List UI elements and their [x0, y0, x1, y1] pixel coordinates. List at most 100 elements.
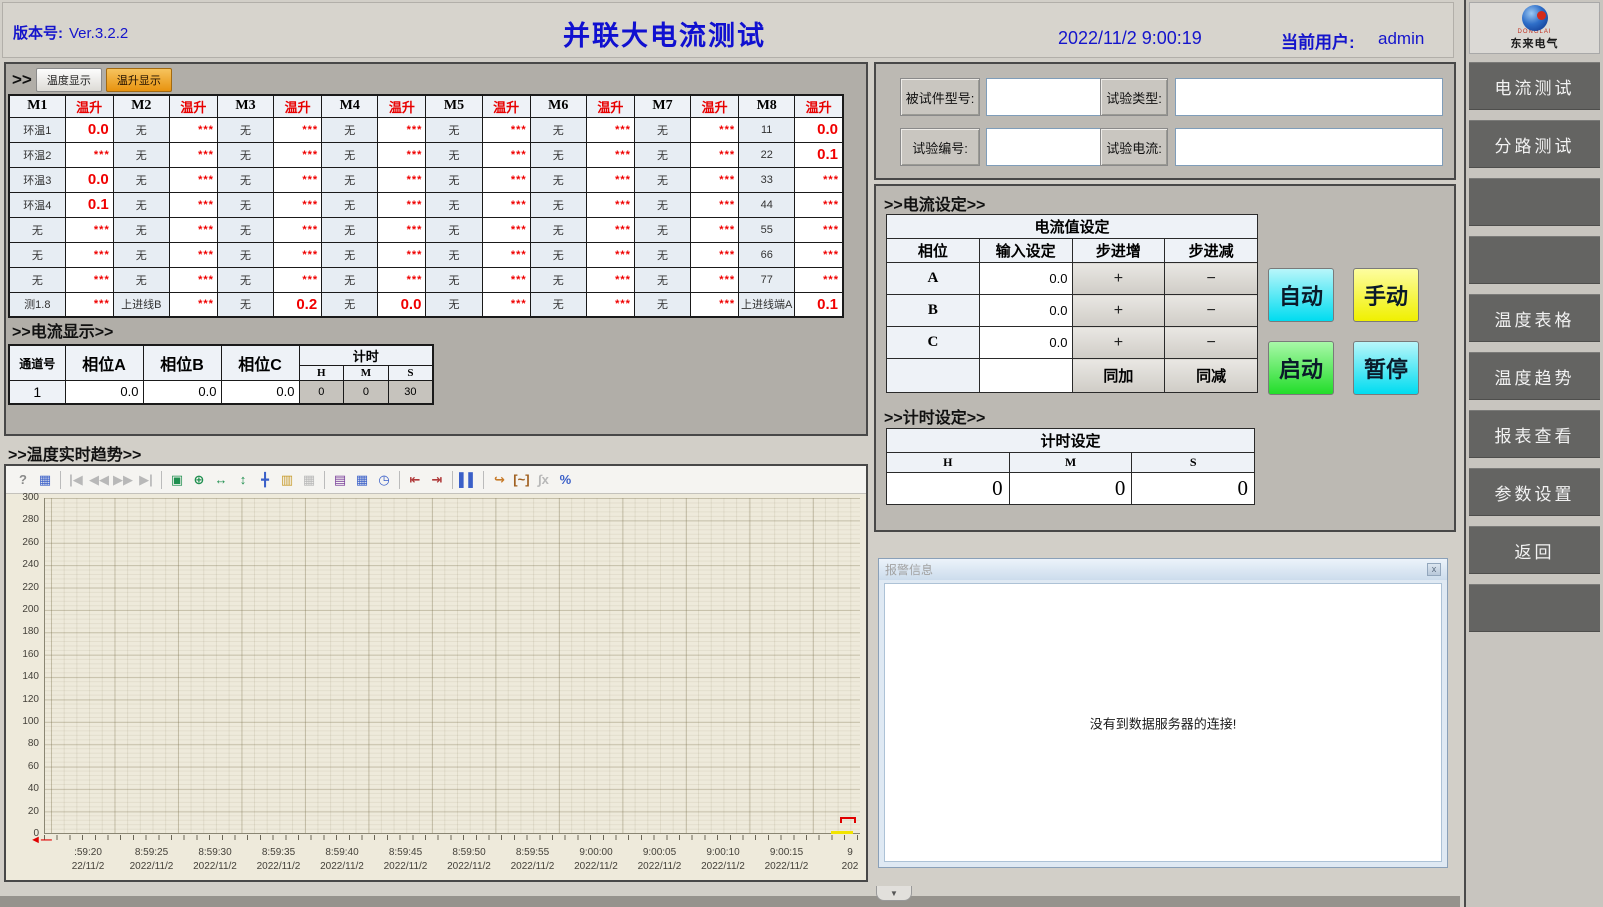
temp-rise-value-cell: *** [795, 192, 843, 217]
temp-rise-value-cell: *** [378, 217, 426, 242]
auto-button[interactable]: 自动 [1268, 268, 1334, 322]
schedule-icon[interactable]: ▦ [35, 470, 55, 490]
sidebar-item-parameter-setting[interactable]: 参数设置 [1469, 468, 1600, 516]
function-icon[interactable]: ∫x [533, 470, 553, 490]
col-phase: 相位 [887, 239, 980, 263]
x-tick-label: 8:59:402022/11/2 [320, 846, 364, 874]
y-tick-label: 60 [6, 761, 39, 772]
test-current-input[interactable] [1178, 131, 1440, 163]
measure-point-label-cell: 无 [217, 192, 273, 217]
empty-cell [979, 359, 1072, 393]
test-number-input[interactable] [989, 131, 1117, 163]
pause-trend-icon[interactable]: ▌▌ [458, 470, 478, 490]
grid-edit-icon[interactable]: ▦ [352, 470, 372, 490]
temp-rise-value-cell: *** [169, 192, 217, 217]
time-span-icon[interactable]: ◷ [374, 470, 394, 490]
sidebar-item-blank-1[interactable] [1469, 178, 1600, 226]
col-phase-b: 相位B [143, 345, 221, 381]
manual-button[interactable]: 手动 [1353, 268, 1419, 322]
sidebar-item-branch-test[interactable]: 分路测试 [1469, 120, 1600, 168]
temp-rise-value-cell: 0.0 [65, 167, 113, 192]
temp-rise-value-cell: *** [482, 242, 530, 267]
zoom-horizontal-icon[interactable]: ↔ [211, 470, 231, 490]
measure-point-label-cell: 无 [113, 142, 169, 167]
data-columns-icon[interactable]: ▤ [330, 470, 350, 490]
current-user-label: 当前用户: [1281, 28, 1355, 53]
measure-point-label-cell: 44 [739, 192, 795, 217]
phase-c-step-up-button[interactable]: + [1072, 327, 1165, 359]
measure-point-label-cell: 无 [426, 267, 482, 292]
phase-a-step-down-button[interactable]: − [1165, 263, 1258, 295]
phase-a-setting[interactable]: 0.0 [979, 263, 1072, 295]
zoom-in-icon[interactable]: ⊕ [189, 470, 209, 490]
y-tick-label: 260 [6, 537, 39, 548]
current-setting-panel: >>电流设定>> 电流值设定 相位 输入设定 步进增 步进减 A 0.0 + −… [874, 184, 1456, 532]
measure-point-label-cell: 无 [634, 192, 690, 217]
chart-collapse-tab[interactable]: ▼ [876, 886, 912, 901]
col-minutes: M [344, 366, 389, 381]
mode-buttons: 自动手动启动暂停 [1268, 268, 1428, 398]
sidebar-item-current-test[interactable]: 电流测试 [1469, 62, 1600, 110]
pan-icon[interactable]: ╋ [255, 470, 275, 490]
tab-temperature-rise-display[interactable]: 温升显示 [106, 68, 172, 92]
version-text: 版本号:Ver.3.2.2 [13, 22, 128, 43]
test-type-field[interactable] [1175, 78, 1443, 116]
forward-icon[interactable]: ▶▶ [112, 470, 134, 490]
phase-b-step-down-button[interactable]: − [1165, 295, 1258, 327]
test-current-field[interactable] [1175, 128, 1443, 166]
sidebar-item-back[interactable]: 返回 [1469, 526, 1600, 574]
plot-area[interactable] [44, 498, 860, 834]
help-icon[interactable]: ? [13, 470, 33, 490]
temp-rise-value-cell: *** [482, 192, 530, 217]
sidebar-item-blank-3[interactable] [1469, 584, 1600, 632]
phase-a-step-up-button[interactable]: + [1072, 263, 1165, 295]
scroll-chart-left-icon[interactable]: ⇤ [405, 470, 425, 490]
temp-rise-value-cell: *** [586, 242, 634, 267]
test-type-input[interactable] [1178, 81, 1440, 113]
version-value: Ver.3.2.2 [69, 25, 128, 42]
tab-temperature-display[interactable]: 温度显示 [36, 68, 102, 92]
go-first-icon[interactable]: |◀ [66, 470, 86, 490]
temp-rise-value-cell: *** [691, 292, 739, 317]
measure-point-label-cell: 无 [322, 117, 378, 142]
phase-c-step-down-button[interactable]: − [1165, 327, 1258, 359]
start-button[interactable]: 启动 [1268, 341, 1334, 395]
zoom-box-icon[interactable]: ▣ [167, 470, 187, 490]
temp-rise-col-header: 温升 [169, 95, 217, 117]
temp-rise-value-cell: *** [586, 167, 634, 192]
zoom-vertical-icon[interactable]: ↕ [233, 470, 253, 490]
current-setting-section-label: >>电流设定>> [884, 191, 985, 215]
measure-point-label-cell: 无 [426, 117, 482, 142]
temp-rise-value-cell: *** [482, 167, 530, 192]
temp-rise-value-cell: *** [274, 142, 322, 167]
pause-button[interactable]: 暂停 [1353, 341, 1419, 395]
timer-minutes-setting[interactable]: 0 [1009, 473, 1132, 505]
annotate-icon[interactable]: ↪ [489, 470, 509, 490]
alarm-close-button[interactable]: x [1427, 563, 1441, 576]
toolbar-separator [452, 471, 453, 489]
timer-hours-setting[interactable]: 0 [887, 473, 1010, 505]
go-last-icon[interactable]: ▶| [136, 470, 156, 490]
scroll-chart-right-icon[interactable]: ⇥ [427, 470, 447, 490]
phase-b-setting[interactable]: 0.0 [979, 295, 1072, 327]
axis-ruler-icon[interactable]: ▥ [277, 470, 297, 490]
phase-b-step-up-button[interactable]: + [1072, 295, 1165, 327]
rewind-icon[interactable]: ◀◀ [88, 470, 110, 490]
range-brackets-icon[interactable]: [~] [511, 470, 531, 490]
sidebar-item-temperature-trend[interactable]: 温度趋势 [1469, 352, 1600, 400]
phase-c-setting[interactable]: 0.0 [979, 327, 1072, 359]
sidebar-item-temperature-table[interactable]: 温度表格 [1469, 294, 1600, 342]
tabs-marker: >> [12, 70, 32, 90]
bulk-add-button[interactable]: 同加 [1072, 359, 1165, 393]
temp-rise-value-cell: 0.0 [65, 117, 113, 142]
timer-minutes: 0 [344, 381, 389, 404]
percent-scale-icon[interactable]: % [555, 470, 575, 490]
sidebar-item-blank-2[interactable] [1469, 236, 1600, 284]
test-type-label: 试验类型: [1100, 78, 1168, 116]
grid-off-icon[interactable]: ▦ [299, 470, 319, 490]
col-phase-a: 相位A [65, 345, 143, 381]
bulk-subtract-button[interactable]: 同减 [1165, 359, 1258, 393]
timer-seconds-setting[interactable]: 0 [1132, 473, 1255, 505]
device-model-input[interactable] [989, 81, 1099, 113]
sidebar-item-report-view[interactable]: 报表查看 [1469, 410, 1600, 458]
